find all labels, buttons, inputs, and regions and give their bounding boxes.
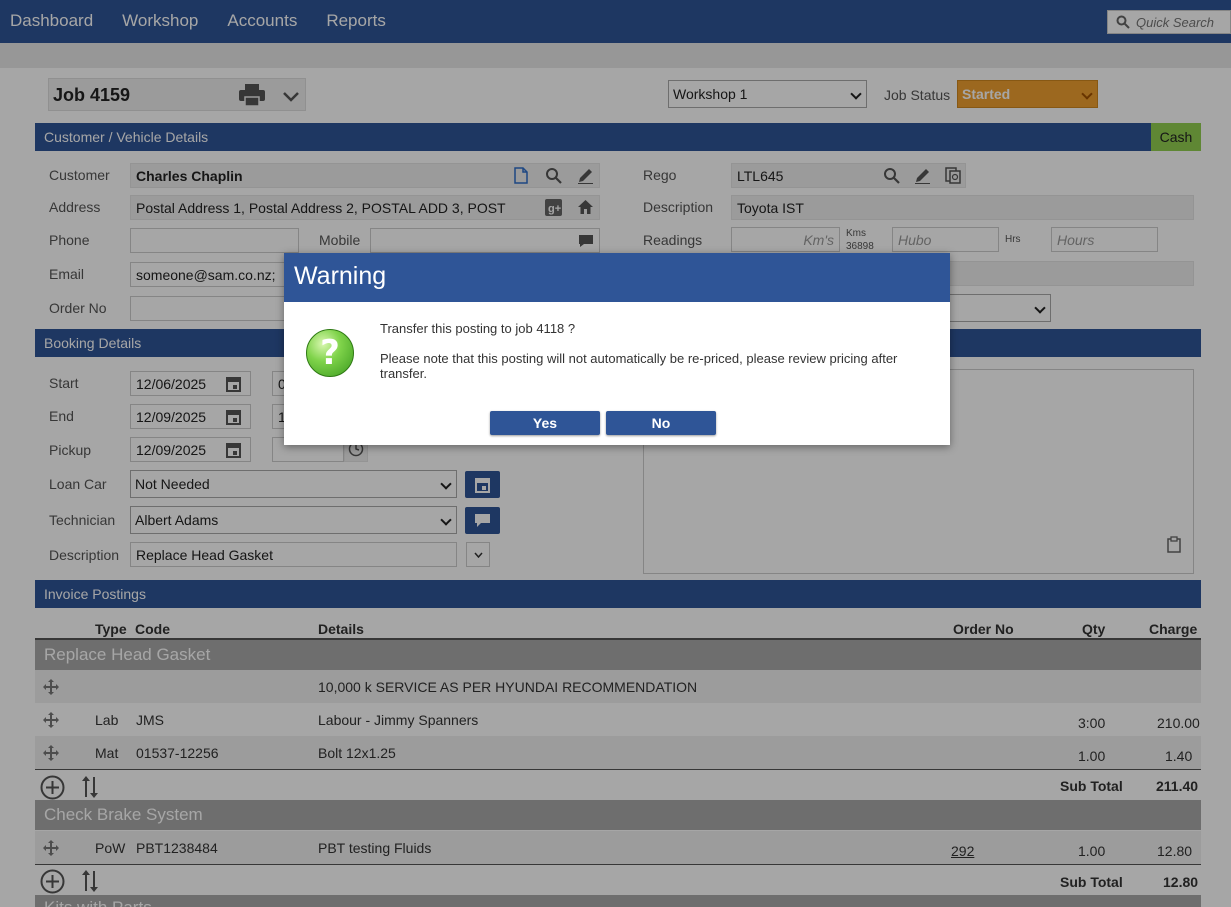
- question-icon: ?: [306, 329, 354, 377]
- dialog-title: Warning: [284, 253, 950, 302]
- dialog-message-transfer: Transfer this posting to job 4118 ?: [380, 321, 576, 336]
- modal-overlay: [0, 0, 1231, 907]
- no-button[interactable]: No: [606, 411, 716, 435]
- yes-button[interactable]: Yes: [490, 411, 600, 435]
- warning-dialog: Warning ? Transfer this posting to job 4…: [284, 253, 950, 445]
- dialog-message-note: Please note that this posting will not a…: [380, 351, 898, 381]
